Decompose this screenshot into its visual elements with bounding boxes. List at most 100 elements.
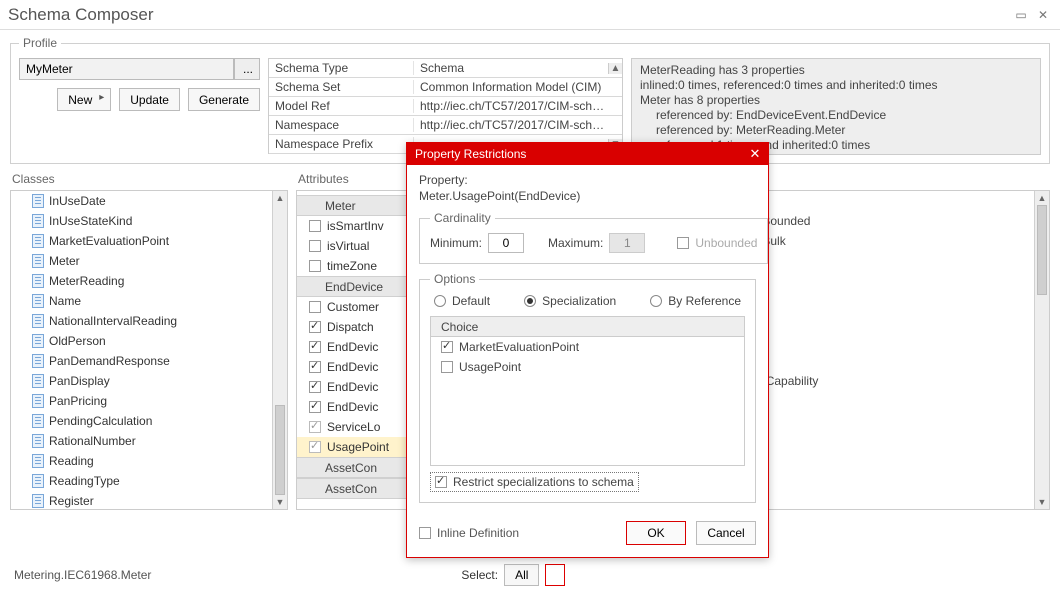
attribute-checkbox[interactable] <box>309 421 321 433</box>
window-close-icon[interactable]: ✕ <box>1032 0 1054 30</box>
attribute-checkbox[interactable] <box>309 321 321 333</box>
ok-button[interactable]: OK <box>626 521 686 545</box>
new-button[interactable]: New <box>57 88 111 111</box>
profile-browse-button[interactable]: ... <box>234 58 260 80</box>
prop-key: Namespace Prefix <box>269 137 414 151</box>
prop-value[interactable]: http://iec.ch/TC57/2017/CIM-schem... <box>414 99 608 113</box>
document-icon <box>31 194 45 208</box>
class-item[interactable]: RationalNumber <box>11 431 287 451</box>
attribute-checkbox[interactable] <box>309 260 321 272</box>
class-item[interactable]: InUseDate <box>11 191 287 211</box>
class-item[interactable]: PendingCalculation <box>11 411 287 431</box>
attribute-checkbox[interactable] <box>309 401 321 413</box>
choice-item[interactable]: UsagePoint <box>431 357 744 377</box>
attribute-checkbox[interactable] <box>309 240 321 252</box>
options-fieldset: Options Default Specialization By Refere… <box>419 272 756 503</box>
attribute-checkbox[interactable] <box>309 301 321 313</box>
profile-name-input[interactable] <box>19 58 234 80</box>
class-item[interactable]: PanPricing <box>11 391 287 411</box>
scroll-down-icon[interactable]: ▼ <box>273 495 287 509</box>
restrict-specializations-row[interactable]: Restrict specializations to schema <box>430 472 639 492</box>
prop-key: Model Ref <box>269 99 414 113</box>
scroll-up-icon[interactable]: ▲ <box>608 63 622 74</box>
dialog-titlebar[interactable]: Property Restrictions ✕ <box>407 143 768 165</box>
scroll-thumb[interactable] <box>275 405 285 495</box>
class-item[interactable]: MarketEvaluationPoint <box>11 231 287 251</box>
option-specialization[interactable]: Specialization <box>524 294 616 308</box>
scroll-up-icon[interactable]: ▲ <box>273 191 287 205</box>
close-icon[interactable]: ✕ <box>746 146 764 162</box>
minimum-input[interactable] <box>488 233 524 253</box>
class-item[interactable]: MeterReading <box>11 271 287 291</box>
scroll-down-icon[interactable]: ▼ <box>1035 495 1049 509</box>
class-item[interactable]: PanDemandResponse <box>11 351 287 371</box>
select-other-button[interactable] <box>545 564 565 586</box>
attribute-checkbox[interactable] <box>309 220 321 232</box>
document-icon <box>31 314 45 328</box>
document-icon <box>31 494 45 508</box>
attribute-checkbox[interactable] <box>309 361 321 373</box>
scrollbar[interactable]: ▲ ▼ <box>272 191 287 509</box>
option-default[interactable]: Default <box>434 294 490 308</box>
attribute-label: UsagePoint <box>327 440 389 454</box>
prop-value[interactable]: Schema <box>414 61 608 75</box>
choice-item[interactable]: MarketEvaluationPoint <box>431 337 744 357</box>
attribute-label: isSmartInv <box>327 219 384 233</box>
info-line: inlined:0 times, referenced:0 times and … <box>640 78 1032 93</box>
unbounded-checkbox <box>677 237 689 249</box>
restrict-checkbox[interactable] <box>435 476 447 488</box>
info-line: MeterReading has 3 properties <box>640 63 1032 78</box>
scroll-up-icon[interactable]: ▲ <box>1035 191 1049 205</box>
document-icon <box>31 374 45 388</box>
window-titlebar: Schema Composer ▭ ✕ <box>0 0 1060 30</box>
info-line: referenced by: EndDeviceEvent.EndDevice <box>640 108 1032 123</box>
update-button[interactable]: Update <box>119 88 180 111</box>
choice-listbox[interactable]: Choice MarketEvaluationPoint UsagePoint <box>430 316 745 466</box>
prop-value[interactable]: Common Information Model (CIM) <box>414 80 608 94</box>
scroll-thumb[interactable] <box>1037 205 1047 295</box>
document-icon <box>31 294 45 308</box>
scrollbar[interactable]: ▲ ▼ <box>1034 191 1049 509</box>
prop-key: Namespace <box>269 118 414 132</box>
attribute-label: Customer <box>327 300 379 314</box>
document-icon <box>31 214 45 228</box>
class-item[interactable]: Meter <box>11 251 287 271</box>
class-item[interactable]: Register <box>11 491 287 510</box>
class-label: Register <box>49 494 94 508</box>
class-label: NationalIntervalReading <box>49 314 177 328</box>
prop-value[interactable]: http://iec.ch/TC57/2017/CIM-schem... <box>414 118 608 132</box>
class-item[interactable]: NationalIntervalReading <box>11 311 287 331</box>
choice-checkbox[interactable] <box>441 361 453 373</box>
inline-definition-checkbox[interactable] <box>419 527 431 539</box>
choice-header: Choice <box>431 317 744 337</box>
document-icon <box>31 234 45 248</box>
class-item[interactable]: Reading <box>11 451 287 471</box>
class-label: MarketEvaluationPoint <box>49 234 169 248</box>
window-maximize-icon[interactable]: ▭ <box>1010 0 1032 30</box>
attribute-checkbox[interactable] <box>309 381 321 393</box>
class-item[interactable]: Name <box>11 291 287 311</box>
document-icon <box>31 254 45 268</box>
inline-definition-row[interactable]: Inline Definition <box>419 526 519 540</box>
minimum-label: Minimum: <box>430 236 482 250</box>
attribute-checkbox[interactable] <box>309 441 321 453</box>
class-label: Name <box>49 294 81 308</box>
generate-button[interactable]: Generate <box>188 88 260 111</box>
class-item[interactable]: ReadingType <box>11 471 287 491</box>
attribute-label: EndDevic <box>327 400 378 414</box>
option-by-reference[interactable]: By Reference <box>650 294 741 308</box>
property-restrictions-dialog: Property Restrictions ✕ Property: Meter.… <box>406 142 769 558</box>
attribute-label: EndDevic <box>327 380 378 394</box>
window-title: Schema Composer <box>8 0 154 30</box>
class-item[interactable]: InUseStateKind <box>11 211 287 231</box>
choice-checkbox[interactable] <box>441 341 453 353</box>
attribute-checkbox[interactable] <box>309 341 321 353</box>
class-item[interactable]: OldPerson <box>11 331 287 351</box>
cancel-button[interactable]: Cancel <box>696 521 756 545</box>
document-icon <box>31 434 45 448</box>
class-label: PanPricing <box>49 394 107 408</box>
classes-listbox[interactable]: InUseDate InUseStateKind MarketEvaluationP… <box>10 190 288 510</box>
class-item[interactable]: PanDisplay <box>11 371 287 391</box>
class-label: InUseStateKind <box>49 214 132 228</box>
select-all-button[interactable]: All <box>504 564 539 586</box>
